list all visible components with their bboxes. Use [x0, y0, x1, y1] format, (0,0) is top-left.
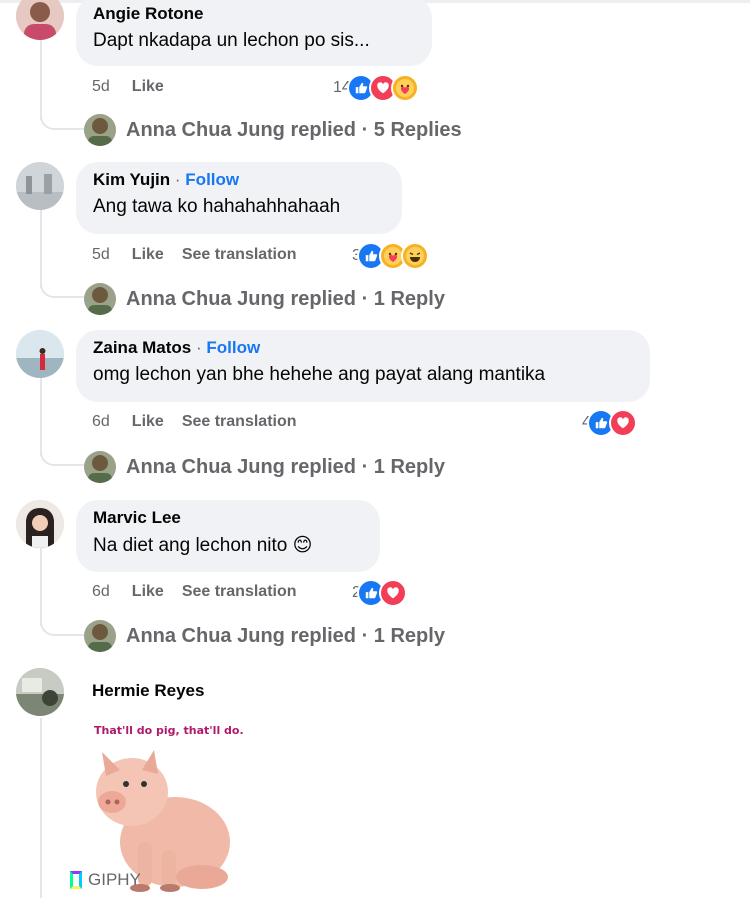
- comment-bubble: Zaina Matos · Follow omg lechon yan bhe …: [76, 330, 650, 402]
- comment-author[interactable]: Hermie Reyes: [92, 681, 204, 701]
- view-replies-link[interactable]: Anna Chua Jung replied · 1 Reply: [84, 283, 445, 315]
- replies-text: Anna Chua Jung replied · 5 Replies: [126, 118, 462, 141]
- comment-age[interactable]: 6d: [92, 413, 110, 430]
- view-replies-link[interactable]: Anna Chua Jung replied · 5 Replies: [84, 114, 462, 146]
- comment-author[interactable]: Angie Rotone: [93, 4, 416, 24]
- comment-author[interactable]: Marvic Lee: [93, 508, 364, 528]
- like-button[interactable]: Like: [132, 246, 164, 263]
- replies-text: Anna Chua Jung replied · 1 Reply: [126, 455, 445, 478]
- reply-avatar: [84, 620, 116, 652]
- comment-text: Dapt nkadapa un lechon po sis...: [93, 30, 370, 51]
- love-icon: [378, 579, 407, 607]
- comment-actions: 6d Like See translation: [92, 413, 315, 431]
- comment-bubble: Kim Yujin · Follow Ang tawa ko hahahahha…: [76, 162, 402, 234]
- avatar[interactable]: [16, 668, 64, 716]
- care-icon: [390, 74, 419, 102]
- follow-button[interactable]: Follow: [185, 170, 239, 189]
- reply-avatar: [84, 451, 116, 483]
- comment-author[interactable]: Zaina Matos: [93, 338, 191, 357]
- haha-icon: [400, 242, 429, 270]
- avatar[interactable]: [16, 330, 64, 378]
- pig-gif[interactable]: [80, 722, 240, 892]
- comment-actions: 5d Like See translation: [92, 246, 315, 264]
- see-translation-button[interactable]: See translation: [182, 413, 297, 430]
- replies-text: Anna Chua Jung replied · 1 Reply: [126, 624, 445, 647]
- view-replies-link[interactable]: Anna Chua Jung replied · 1 Reply: [84, 620, 445, 652]
- thread-elbow: [40, 276, 84, 298]
- giphy-logo-icon: [70, 871, 82, 889]
- comment-author-line: Zaina Matos · Follow: [93, 338, 634, 358]
- follow-separator: ·: [174, 170, 181, 189]
- follow-separator: ·: [195, 338, 202, 357]
- comment-text: omg lechon yan bhe hehehe ang payat alan…: [93, 364, 546, 385]
- like-button[interactable]: Like: [132, 78, 164, 95]
- reaction-summary[interactable]: 2: [352, 579, 407, 607]
- reaction-summary[interactable]: 14: [333, 74, 419, 102]
- avatar[interactable]: [16, 500, 64, 548]
- comment-age[interactable]: 5d: [92, 78, 110, 95]
- thread-elbow: [40, 444, 84, 466]
- reaction-summary[interactable]: 3: [352, 242, 429, 270]
- follow-button[interactable]: Follow: [206, 338, 260, 357]
- reaction-summary[interactable]: 4: [582, 409, 637, 437]
- comment-age[interactable]: 5d: [92, 246, 110, 263]
- thread-line: [40, 718, 42, 898]
- avatar[interactable]: [16, 162, 64, 210]
- comment-bubble: Angie Rotone Dapt nkadapa un lechon po s…: [76, 0, 432, 66]
- avatar[interactable]: [16, 0, 64, 40]
- like-button[interactable]: Like: [132, 583, 164, 600]
- view-replies-link[interactable]: Anna Chua Jung replied · 1 Reply: [84, 451, 445, 483]
- comment-text: Ang tawa ko hahahahhahaah: [93, 196, 341, 217]
- comment-actions: 5d Like: [92, 78, 182, 96]
- see-translation-button[interactable]: See translation: [182, 583, 297, 600]
- thread-elbow: [40, 614, 84, 636]
- comment-text: Na diet ang lechon nito 😊: [93, 535, 313, 556]
- comment-age[interactable]: 6d: [92, 583, 110, 600]
- replies-text: Anna Chua Jung replied · 1 Reply: [126, 287, 445, 310]
- comment-author[interactable]: Kim Yujin: [93, 170, 170, 189]
- love-icon: [608, 409, 637, 437]
- reply-avatar: [84, 114, 116, 146]
- see-translation-button[interactable]: See translation: [182, 246, 297, 263]
- comment-bubble: Marvic Lee Na diet ang lechon nito 😊: [76, 500, 380, 572]
- giphy-attribution[interactable]: GIPHY: [70, 868, 141, 892]
- reply-avatar: [84, 283, 116, 315]
- comment-actions: 6d Like See translation: [92, 583, 315, 601]
- thread-elbow: [40, 108, 84, 130]
- like-button[interactable]: Like: [132, 413, 164, 430]
- giphy-label: GIPHY: [88, 870, 141, 889]
- comment-author-line: Kim Yujin · Follow: [93, 170, 386, 190]
